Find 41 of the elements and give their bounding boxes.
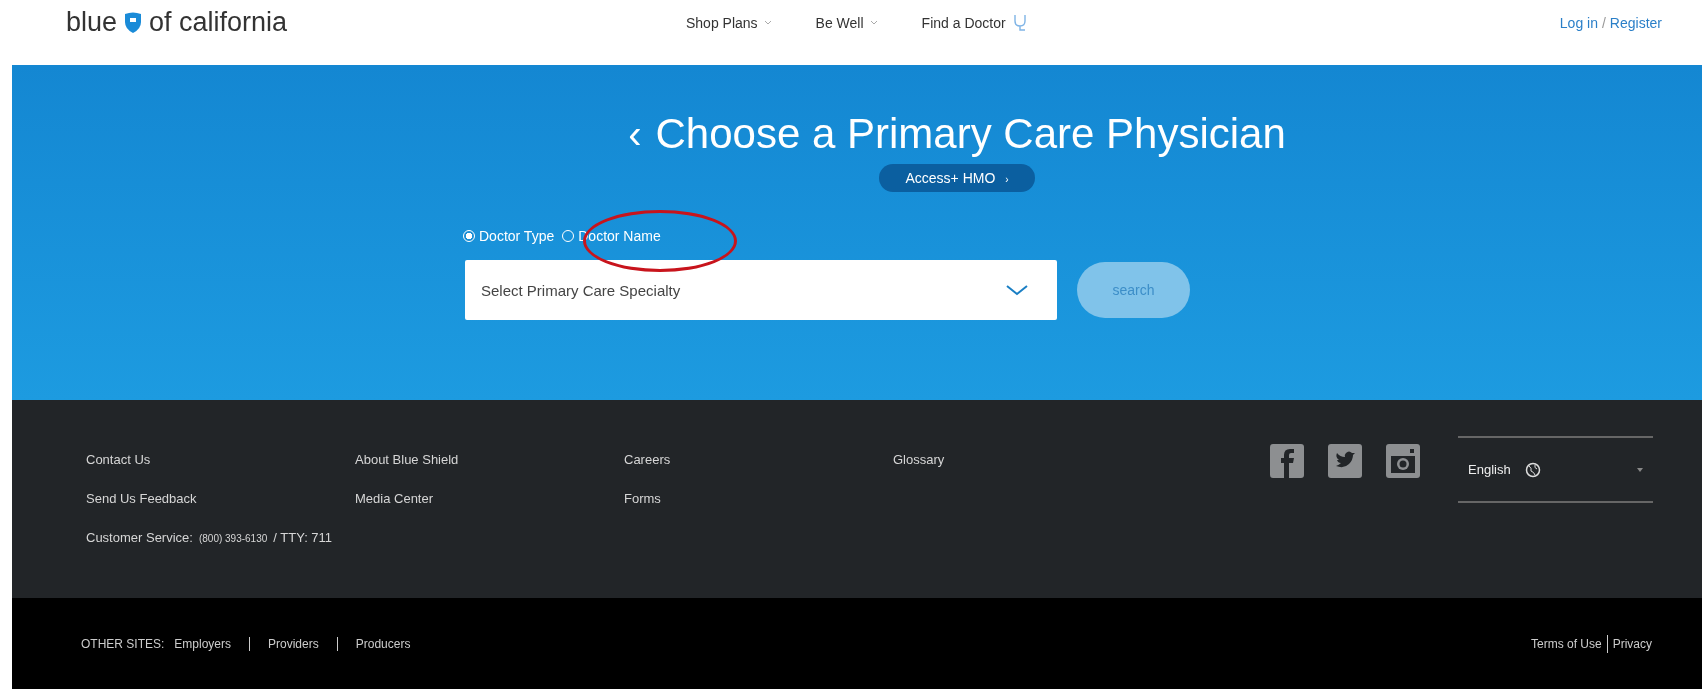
plan-button[interactable]: Access+ HMO › [879,164,1035,192]
nav-link[interactable]: Be Well [815,13,878,32]
radio-button[interactable] [463,230,475,242]
twitter-icon[interactable] [1328,444,1362,478]
stethoscope-icon [1011,13,1028,32]
footer-link[interactable]: Send Us Feedback [86,491,355,506]
page-title: Choose a Primary Care Physician [655,110,1286,158]
back-link[interactable]: ‹ [628,111,642,157]
nav-link[interactable]: Shop Plans [686,13,772,32]
customer-service-label: Customer Service: [86,530,193,545]
logo-text: blue [66,7,118,38]
legal-link[interactable]: Terms of Use [1530,636,1602,651]
login-link[interactable]: Log in [1559,14,1598,31]
site-link[interactable]: Producers [355,636,411,651]
logo-text: of california [149,7,288,38]
other-sites-label: OTHER SITES: [81,636,165,651]
separator-text: / [1601,14,1606,31]
nav-link[interactable]: Find a Doctor [921,13,1028,32]
register-link[interactable]: Register [1609,14,1662,31]
site-link[interactable]: Providers [268,636,319,651]
footer-link[interactable]: About Blue Shield [355,452,624,467]
caret-icon [869,20,878,25]
instagram-icon[interactable] [1386,444,1420,478]
shield-icon [123,11,144,34]
phone-link[interactable]: (800) 393-6130 [198,533,268,544]
footer-link[interactable]: Forms [624,491,893,506]
caret-icon [1637,467,1643,472]
caret-icon [763,20,772,25]
specialty-dropdown[interactable]: Select Primary Care Specialty [465,260,1057,320]
legal-link[interactable]: Privacy [1612,636,1652,651]
chevron-down-icon [1005,284,1029,296]
radio-label: Doctor Type [479,228,555,244]
footer-link[interactable]: Glossary [893,452,1162,467]
facebook-icon[interactable] [1270,444,1304,478]
tty-text: / TTY: 711 [273,530,333,545]
footer-link[interactable]: Media Center [355,491,624,506]
footer-link[interactable]: Careers [624,452,893,467]
site-link[interactable]: Employers [174,636,232,651]
footer-link[interactable]: Contact Us [86,452,355,467]
language-selector[interactable]: English [1458,436,1653,503]
globe-icon [1524,461,1541,478]
